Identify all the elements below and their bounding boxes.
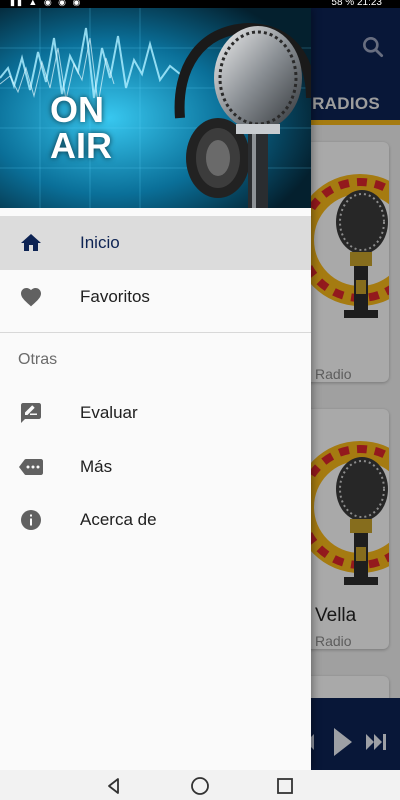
clock: 21:23 bbox=[356, 0, 382, 8]
navigation-drawer: ON AIR Inicio Favoritos Otras Evaluar Má… bbox=[0, 8, 311, 770]
drawer-divider bbox=[0, 332, 311, 333]
back-icon[interactable] bbox=[104, 776, 124, 796]
home-nav-icon[interactable] bbox=[190, 776, 210, 796]
drawer-item-label: Evaluar bbox=[80, 403, 138, 422]
drawer-item-evaluar[interactable]: Evaluar bbox=[0, 386, 311, 440]
drawer-item-label: Acerca de bbox=[80, 510, 157, 529]
drawer-item-acerca-de[interactable]: Acerca de bbox=[0, 493, 311, 547]
more-icon bbox=[19, 459, 43, 475]
drawer-header-image: ON AIR bbox=[0, 8, 311, 208]
drawer-item-inicio[interactable]: Inicio bbox=[0, 216, 311, 270]
drawer-section-title: Otras bbox=[18, 351, 58, 368]
status-battery-time: 58 % 21:23 bbox=[331, 0, 382, 8]
drawer-item-label: Más bbox=[80, 457, 113, 476]
info-icon bbox=[21, 510, 41, 530]
system-nav-bar bbox=[0, 770, 400, 800]
home-icon bbox=[21, 234, 41, 251]
on-air-microphone-artwork bbox=[0, 8, 311, 208]
heart-icon bbox=[21, 288, 41, 307]
recent-apps-icon[interactable] bbox=[275, 776, 295, 796]
drawer-item-mas[interactable]: Más bbox=[0, 440, 311, 494]
status-bar: ▮▮ ▲ ◉ ◉ ◉ 58 % 21:23 bbox=[0, 0, 400, 8]
drawer-item-favoritos[interactable]: Favoritos bbox=[0, 270, 311, 324]
drawer-item-label: Inicio bbox=[80, 233, 120, 252]
drawer-item-label: Favoritos bbox=[80, 287, 150, 306]
rate-review-icon bbox=[21, 403, 41, 423]
on-air-text: ON AIR bbox=[50, 89, 112, 166]
battery-level: 58 % bbox=[331, 0, 355, 8]
status-icons: ▮▮ ▲ ◉ ◉ ◉ bbox=[10, 0, 83, 7]
